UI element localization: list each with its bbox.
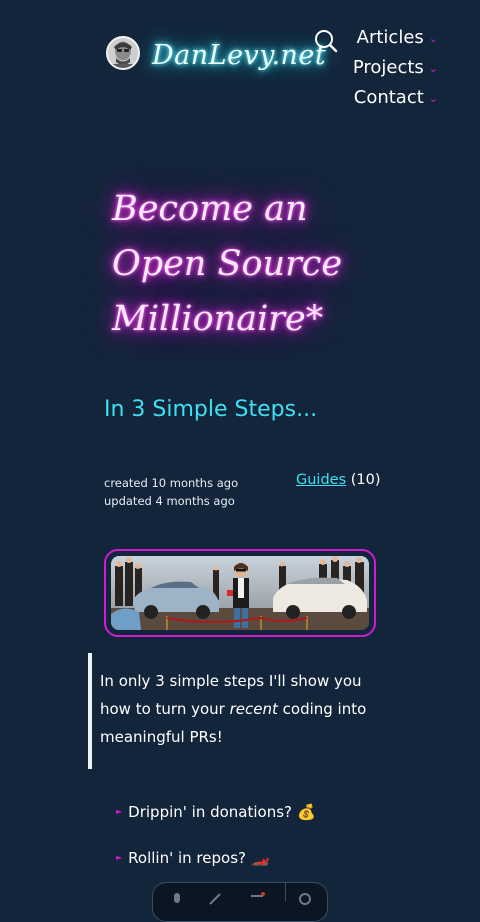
article-subtitle: In 3 Simple Steps... xyxy=(104,397,318,422)
article-title-line: Open Source xyxy=(112,244,343,284)
nav-contact-label: Contact xyxy=(353,86,424,108)
nav-contact[interactable]: Contact ⌄ xyxy=(353,82,438,112)
chevron-down-icon: ⌄ xyxy=(428,92,438,105)
site-title[interactable]: DanLevy.net xyxy=(152,40,326,71)
search-icon xyxy=(315,30,338,53)
menu-icon[interactable] xyxy=(249,891,265,907)
main-nav: Articles ⌄ Projects ⌄ Contact ⌄ xyxy=(353,22,438,112)
chevron-down-icon: ⌄ xyxy=(428,62,438,75)
list-item: ► Drippin' in donations? 💰 xyxy=(116,800,316,824)
triangle-bullet-icon: ► xyxy=(116,853,123,862)
floating-toolbar xyxy=(152,882,328,922)
category-link[interactable]: Guides xyxy=(296,472,346,488)
list-item-text: Drippin' in donations? xyxy=(128,803,292,821)
nav-articles[interactable]: Articles ⌄ xyxy=(353,22,438,52)
site-header: DanLevy.net Articles ⌄ Projects ⌄ Contac… xyxy=(0,0,480,110)
cover-image-frame xyxy=(104,549,376,637)
created-date: created 10 months ago xyxy=(104,476,239,490)
avatar[interactable] xyxy=(106,36,140,70)
list-item: ► Rollin' in repos? 🏎️ xyxy=(116,846,316,870)
pen-icon[interactable] xyxy=(207,891,223,907)
category-count: (10) xyxy=(350,472,381,488)
microphone-icon[interactable] xyxy=(169,891,185,907)
updated-date: updated 4 months ago xyxy=(104,494,235,508)
gear-icon[interactable] xyxy=(297,891,313,907)
search-button[interactable] xyxy=(313,28,339,54)
article-title-line: Become an xyxy=(112,189,308,229)
nav-articles-label: Articles xyxy=(356,26,424,48)
article-title-line: Millionaire* xyxy=(112,299,324,339)
nav-projects[interactable]: Projects ⌄ xyxy=(353,52,438,82)
article-title: Become an Open Source Millionaire* xyxy=(112,182,372,347)
chevron-down-icon: ⌄ xyxy=(428,32,438,45)
race-car-emoji-icon: 🏎️ xyxy=(250,849,270,867)
intro-blockquote: In only 3 simple steps I'll show you how… xyxy=(88,653,368,769)
category-tag: Guides (10) xyxy=(296,472,381,488)
article-dates: created 10 months ago updated 4 months a… xyxy=(104,474,238,510)
cover-image[interactable] xyxy=(111,556,369,630)
nav-projects-label: Projects xyxy=(352,56,424,78)
feature-list: ► Drippin' in donations? 💰 ► Rollin' in … xyxy=(116,800,316,892)
toolbar-divider xyxy=(285,883,286,901)
intro-emphasis: recent xyxy=(229,700,278,718)
list-item-text: Rollin' in repos? xyxy=(128,849,246,867)
money-bag-emoji-icon: 💰 xyxy=(297,803,316,821)
avatar-portrait-image xyxy=(108,38,138,68)
triangle-bullet-icon: ► xyxy=(116,807,123,816)
